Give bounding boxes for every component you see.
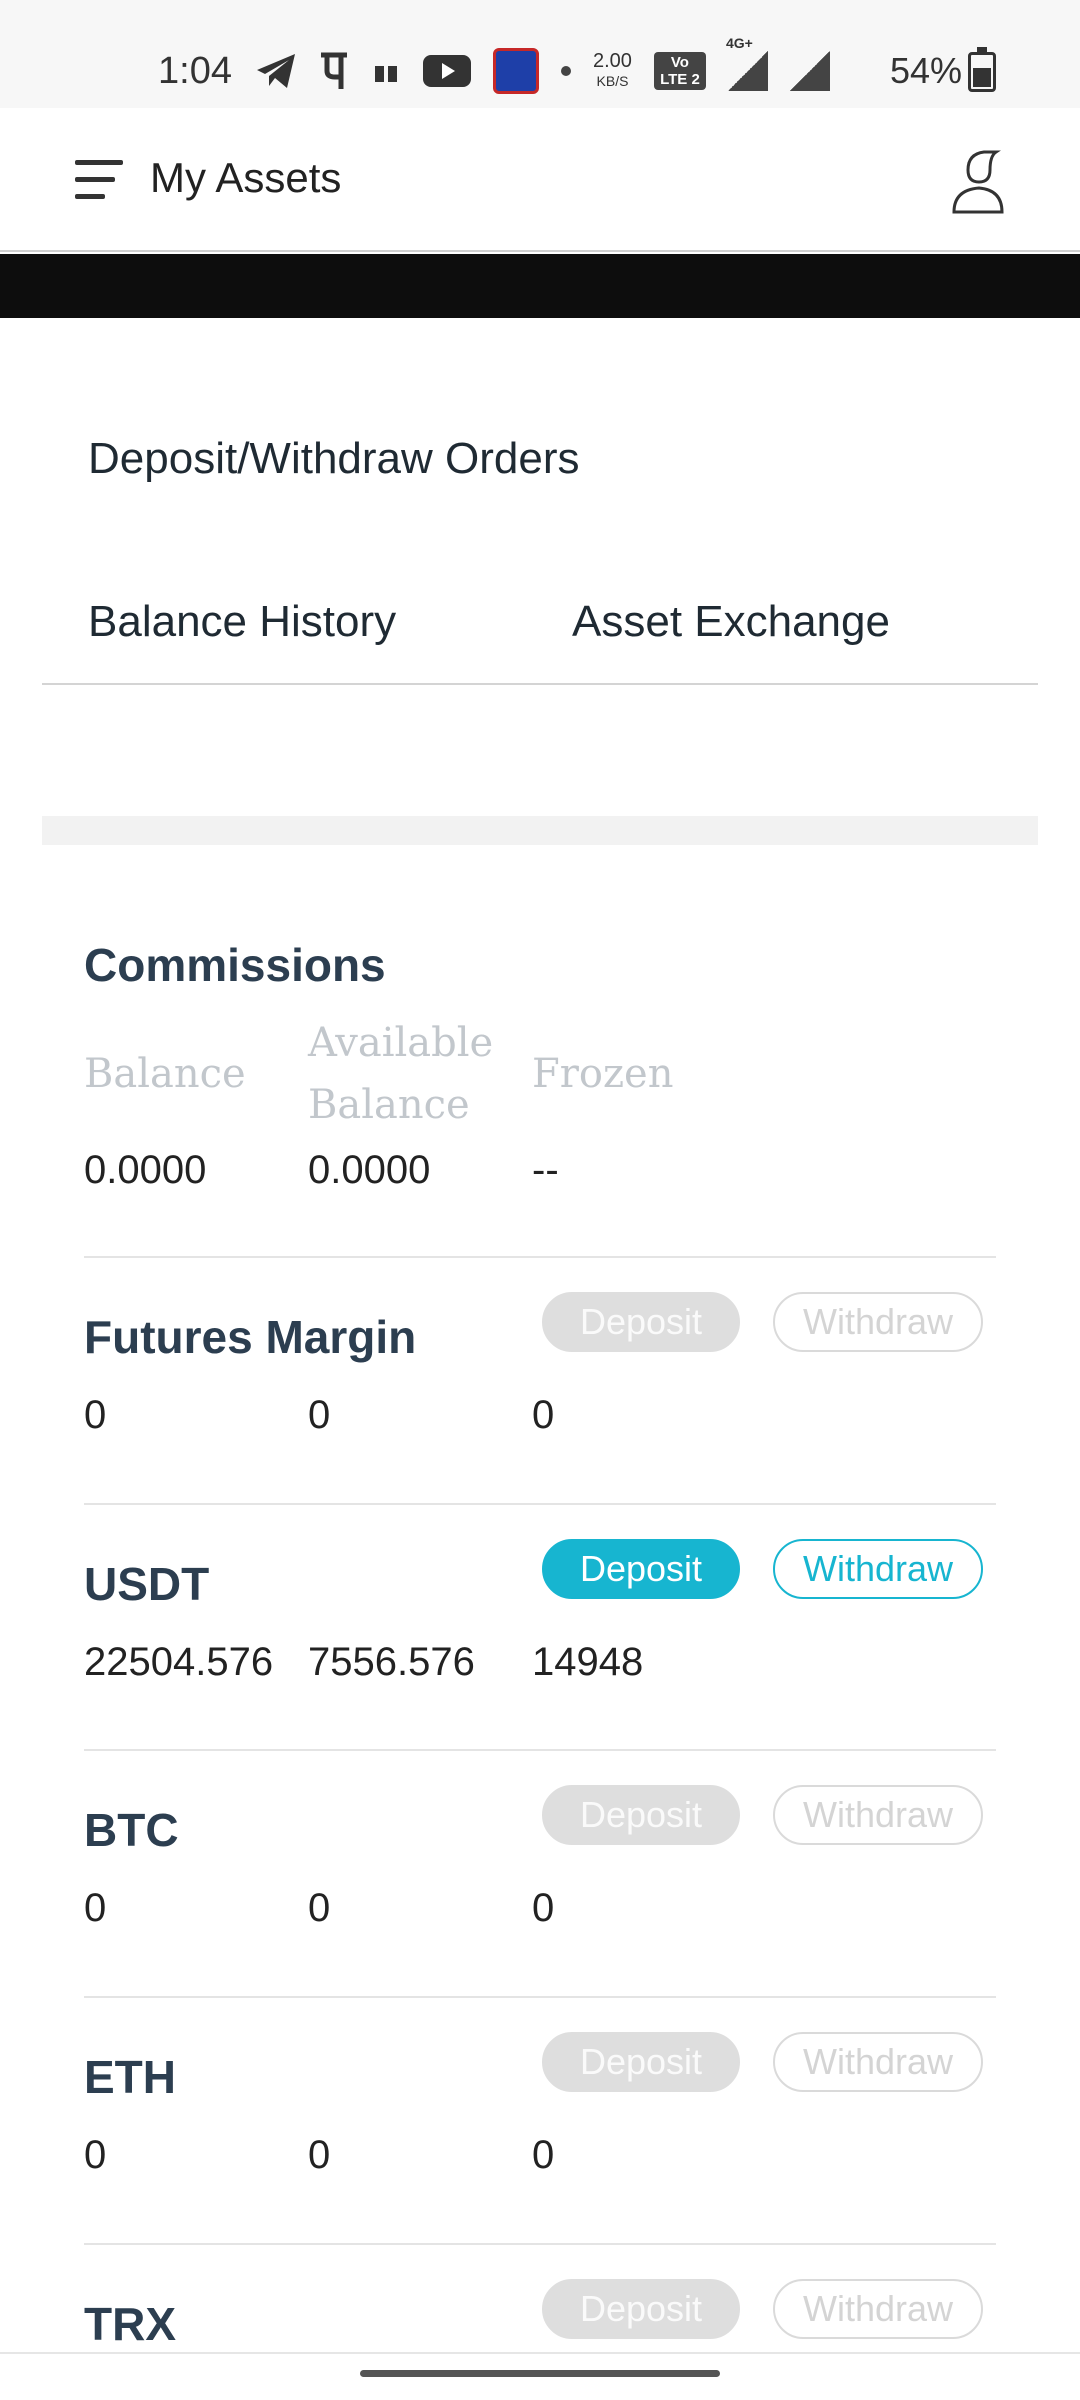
withdraw-button[interactable]: Withdraw bbox=[773, 2032, 983, 2092]
menu-icon[interactable] bbox=[75, 160, 123, 200]
row-divider bbox=[84, 2243, 996, 2245]
deposit-button[interactable]: Deposit bbox=[542, 1292, 740, 1352]
row-divider bbox=[84, 1256, 996, 1258]
asset-available: 0 bbox=[308, 1393, 331, 1437]
gesture-nav-handle[interactable] bbox=[360, 2370, 720, 2377]
row-divider bbox=[84, 1996, 996, 1998]
asset-balance: 0 bbox=[84, 1393, 107, 1437]
youtube-icon bbox=[423, 55, 471, 87]
signal-4g-icon: 4G+ bbox=[726, 35, 768, 91]
asset-name: TRX bbox=[84, 2298, 176, 2350]
header-balance: Balance bbox=[84, 1051, 246, 1097]
status-time: 1:04 bbox=[158, 50, 232, 92]
asset-name: ETH bbox=[84, 2051, 176, 2103]
banner-strip bbox=[0, 254, 1080, 318]
network-speed: 2.00 KB/S bbox=[593, 50, 632, 89]
app-notification-icon bbox=[493, 48, 539, 94]
row-divider bbox=[84, 1749, 996, 1751]
divider bbox=[42, 683, 1038, 685]
volte-icon: Vo LTE 2 bbox=[653, 52, 706, 90]
asset-name: Futures Margin bbox=[84, 1311, 417, 1363]
section-separator bbox=[42, 816, 1038, 845]
more-notifications-dot-icon bbox=[561, 66, 571, 76]
commissions-balance: 0.0000 bbox=[84, 1148, 207, 1192]
asset-balance: 22504.576 bbox=[84, 1640, 274, 1684]
asset-available: 0 bbox=[308, 2133, 331, 2177]
deposit-button[interactable]: Deposit bbox=[542, 2279, 740, 2339]
balance-history-link[interactable]: Balance History bbox=[88, 597, 396, 647]
gift-icon bbox=[375, 62, 397, 82]
withdraw-button[interactable]: Withdraw bbox=[773, 2279, 983, 2339]
withdraw-button[interactable]: Withdraw bbox=[773, 1785, 983, 1845]
status-bar: 1:04 2.00 KB/S Vo LTE 2 4G+ 54% bbox=[0, 0, 1080, 108]
deposit-button[interactable]: Deposit bbox=[542, 1785, 740, 1845]
asset-available: 7556.576 bbox=[308, 1640, 475, 1684]
deposit-button[interactable]: Deposit bbox=[542, 1539, 740, 1599]
asset-frozen: 0 bbox=[532, 2133, 555, 2177]
asset-name: USDT bbox=[84, 1558, 210, 1610]
asset-frozen: 14948 bbox=[532, 1640, 644, 1684]
commissions-title: Commissions bbox=[84, 939, 386, 991]
status-icons: 2.00 KB/S Vo LTE 2 4G+ bbox=[255, 35, 830, 96]
telegram-icon bbox=[257, 54, 295, 88]
asset-frozen: 0 bbox=[532, 1393, 555, 1437]
row-divider bbox=[84, 1503, 996, 1505]
nav-bar-divider bbox=[0, 2352, 1080, 2354]
asset-balance: 0 bbox=[84, 2133, 107, 2177]
commissions-available: 0.0000 bbox=[308, 1148, 431, 1192]
commissions-frozen: -- bbox=[532, 1148, 559, 1192]
asset-balance: 0 bbox=[84, 1886, 107, 1930]
deposit-button[interactable]: Deposit bbox=[542, 2032, 740, 2092]
header-available-balance: Available Balance bbox=[308, 1020, 494, 1128]
battery-icon bbox=[968, 47, 996, 92]
asset-available: 0 bbox=[308, 1886, 331, 1930]
deposit-withdraw-orders-link[interactable]: Deposit/Withdraw Orders bbox=[88, 434, 579, 484]
withdraw-button[interactable]: Withdraw bbox=[773, 1292, 983, 1352]
page-title: My Assets bbox=[150, 154, 342, 201]
user-icon[interactable] bbox=[950, 148, 1006, 214]
app-bar: My Assets bbox=[0, 108, 1080, 252]
asset-name: BTC bbox=[84, 1804, 179, 1856]
asset-exchange-link[interactable]: Asset Exchange bbox=[572, 597, 890, 647]
phonepe-icon bbox=[321, 52, 347, 89]
signal-icon bbox=[789, 51, 830, 91]
withdraw-button[interactable]: Withdraw bbox=[773, 1539, 983, 1599]
asset-frozen: 0 bbox=[532, 1886, 555, 1930]
battery-percent: 54% bbox=[890, 50, 963, 91]
header-frozen: Frozen bbox=[532, 1051, 674, 1097]
